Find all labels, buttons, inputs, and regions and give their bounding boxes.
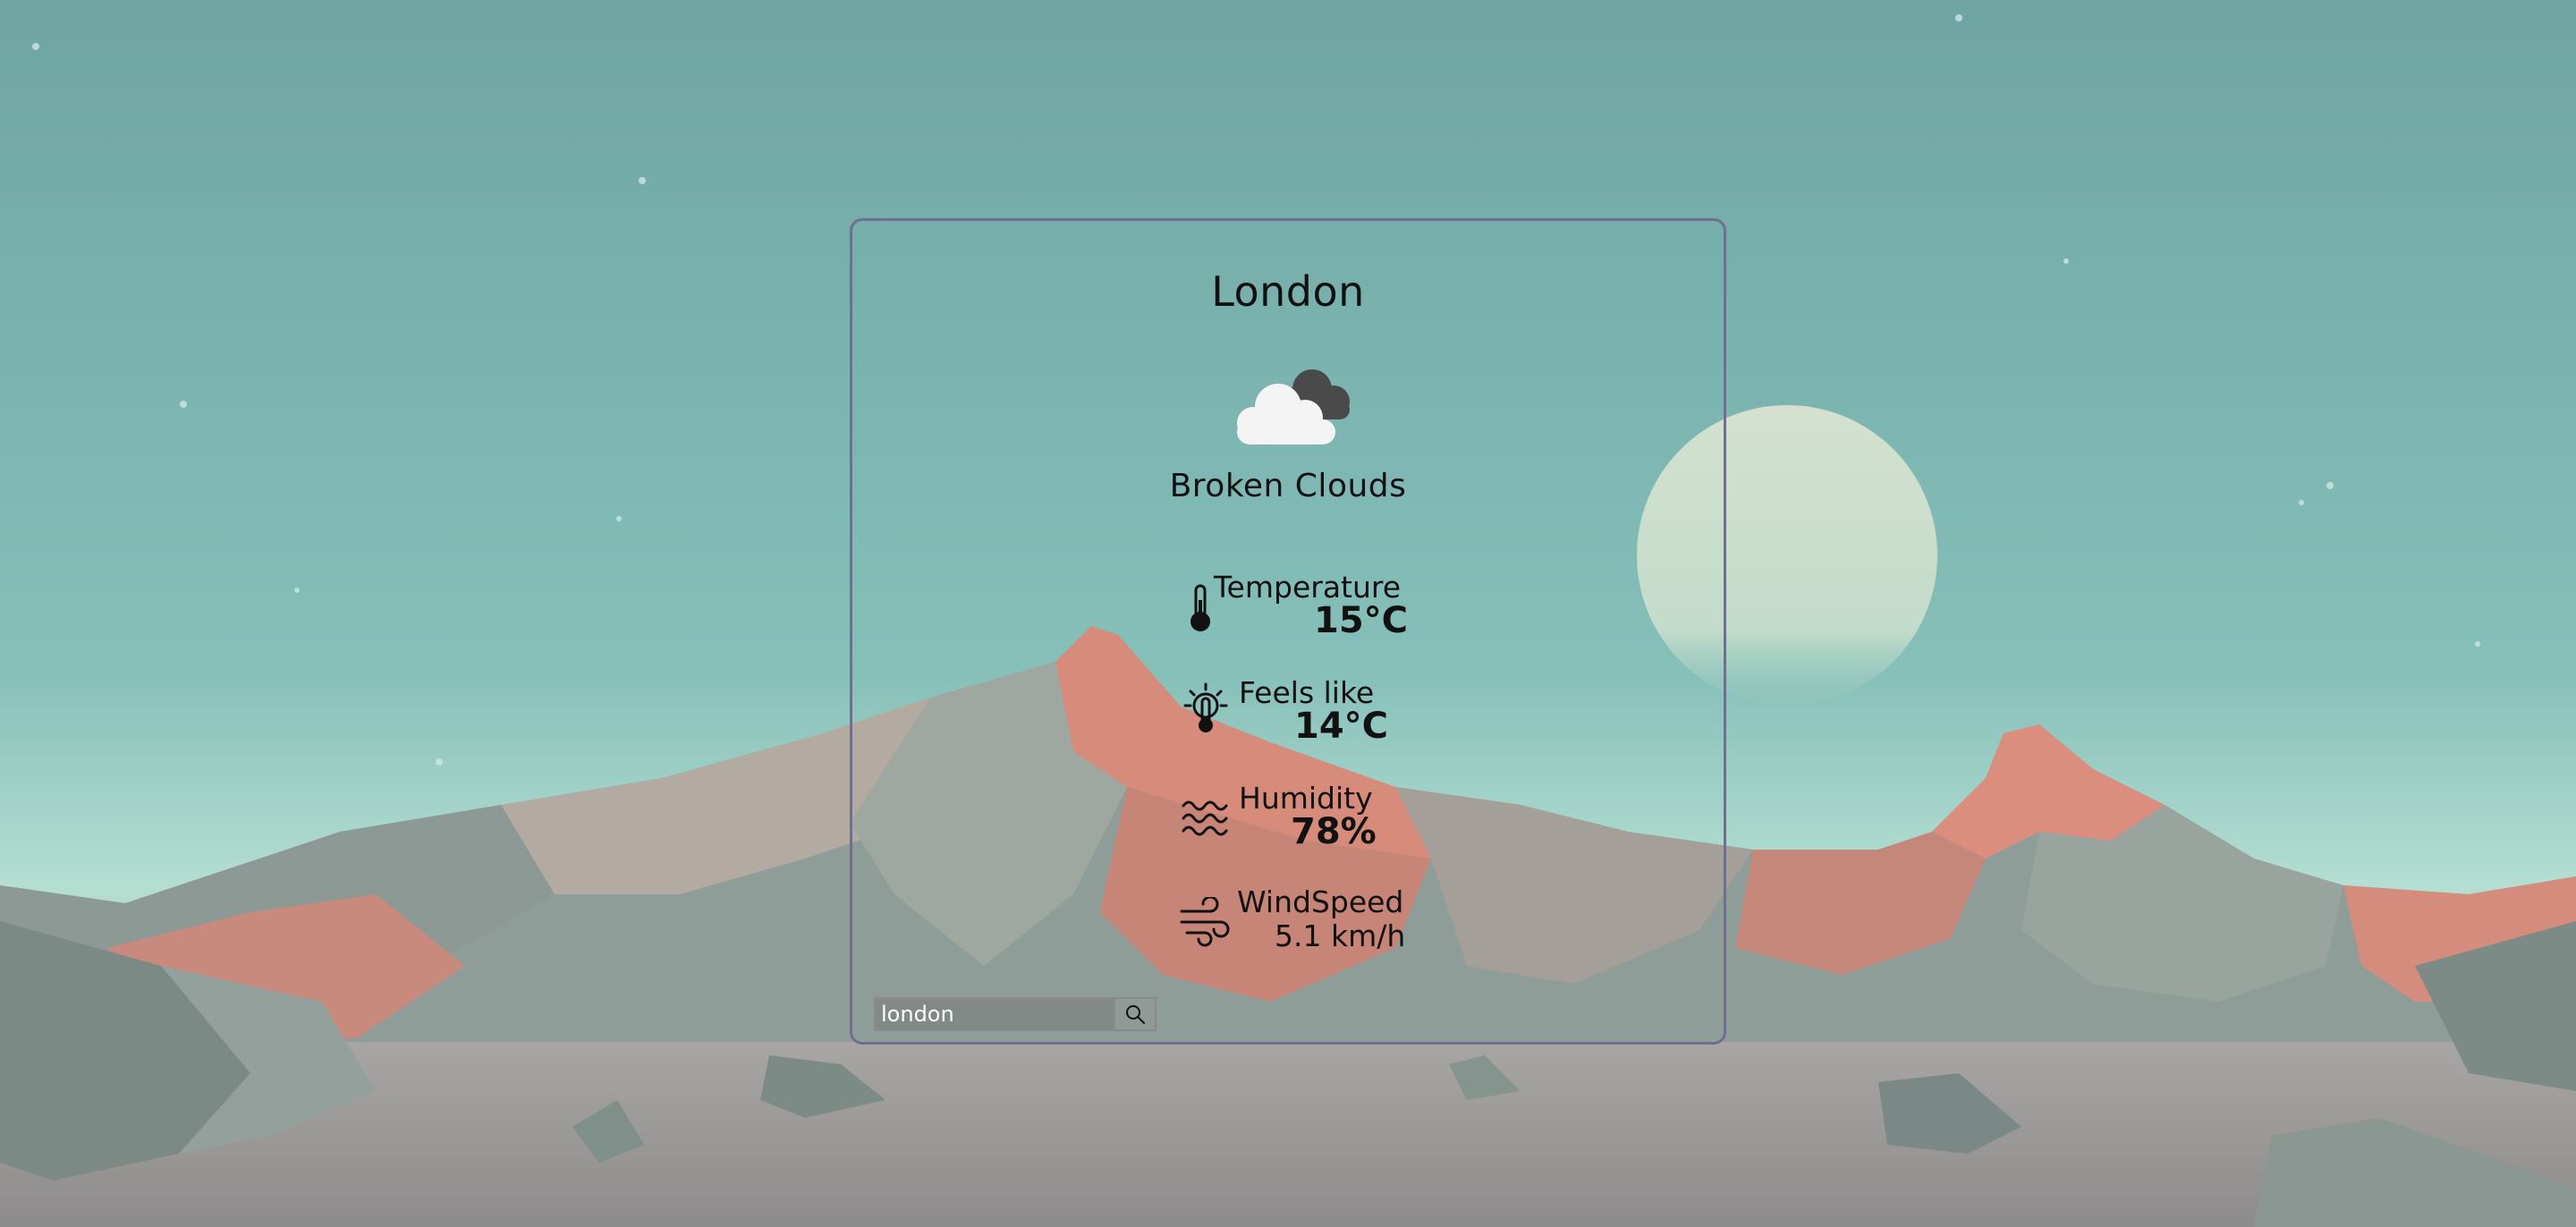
search-icon bbox=[1126, 1005, 1145, 1024]
city-search bbox=[874, 997, 1157, 1031]
search-input[interactable] bbox=[874, 997, 1115, 1031]
thermometer-icon bbox=[1187, 582, 1214, 639]
ground bbox=[0, 1042, 2576, 1227]
humidity-stat: Humidity 78% bbox=[1180, 781, 1394, 852]
feels-like-stat: Feels like 14°C bbox=[1183, 675, 1398, 747]
humidity-value: 78% bbox=[1291, 811, 1377, 852]
weather-card: London Broken Clouds Temperature 15°C Fe… bbox=[850, 218, 1726, 1045]
feels-like-value: 14°C bbox=[1294, 706, 1389, 747]
search-button[interactable] bbox=[1115, 997, 1157, 1031]
wind-speed-value: 5.1 km/h bbox=[1275, 918, 1406, 953]
wind-icon bbox=[1180, 895, 1232, 951]
city-name: London bbox=[1211, 267, 1365, 316]
humidity-waves-icon bbox=[1180, 795, 1230, 842]
weather-description: Broken Clouds bbox=[1169, 468, 1407, 504]
temperature-value: 15°C bbox=[1314, 600, 1409, 641]
sun-thermometer-icon bbox=[1183, 682, 1228, 740]
wind-speed-label: WindSpeed bbox=[1237, 884, 1404, 919]
wind-speed-stat: WindSpeed 5.1 km/h bbox=[1180, 884, 1406, 956]
broken-clouds-icon bbox=[1224, 364, 1359, 453]
temperature-stat: Temperature 15°C bbox=[1187, 570, 1408, 641]
